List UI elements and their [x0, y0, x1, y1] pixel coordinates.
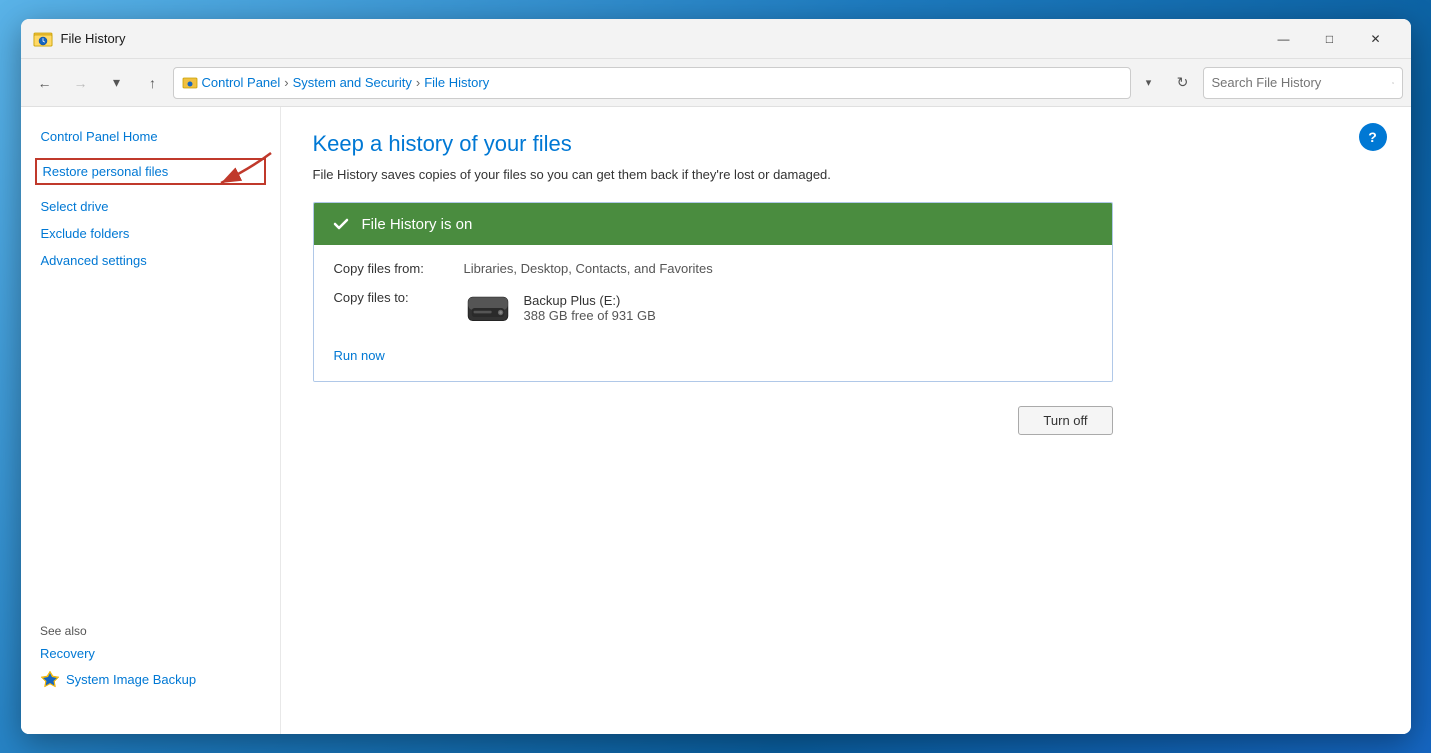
drive-details: Backup Plus (E:) 388 GB free of 931 GB	[524, 293, 656, 323]
see-also-section: See also Recovery System Image Backup	[21, 604, 217, 693]
search-box	[1203, 67, 1403, 99]
drive-size: 388 GB free of 931 GB	[524, 308, 656, 323]
search-icon	[1392, 76, 1394, 90]
drive-icon	[464, 290, 512, 326]
window-title: File History	[61, 31, 1261, 46]
fh-body: Copy files from: Libraries, Desktop, Con…	[314, 245, 1112, 381]
fh-status-icon	[330, 213, 352, 235]
fh-copy-to-row: Copy files to:	[334, 290, 1092, 326]
breadcrumb-file-history[interactable]: File History	[424, 75, 489, 90]
breadcrumb-sep-2: ›	[416, 75, 420, 90]
main-window: File History — □ ✕ ← → ▾ ↑ Control Panel…	[21, 19, 1411, 734]
minimize-button[interactable]: —	[1261, 23, 1307, 55]
sidebar: Control Panel Home Restore personal file…	[21, 107, 281, 734]
see-also-label: See also	[21, 604, 217, 642]
sidebar-control-panel-home[interactable]: Control Panel Home	[21, 123, 280, 150]
breadcrumb-control-panel[interactable]: Control Panel	[202, 75, 281, 90]
page-title: Keep a history of your files	[313, 131, 1379, 157]
sidebar-select-drive[interactable]: Select drive	[21, 193, 280, 220]
system-image-icon	[40, 669, 60, 689]
control-panel-icon	[182, 75, 198, 91]
sidebar-restore-personal-files[interactable]: Restore personal files	[35, 158, 266, 185]
address-path: Control Panel › System and Security › Fi…	[173, 67, 1131, 99]
search-input[interactable]	[1212, 75, 1388, 90]
sidebar-exclude-folders[interactable]: Exclude folders	[21, 220, 280, 247]
forward-button[interactable]: →	[65, 67, 97, 99]
up-button[interactable]: ↑	[137, 67, 169, 99]
fh-status-header: File History is on	[314, 203, 1112, 245]
main-content: Control Panel Home Restore personal file…	[21, 107, 1411, 734]
sidebar-system-image-backup[interactable]: System Image Backup	[66, 672, 196, 687]
fh-copy-from-label: Copy files from:	[334, 261, 464, 276]
fh-status-title: File History is on	[362, 216, 473, 233]
page-description: File History saves copies of your files …	[313, 167, 1379, 182]
sidebar-recovery[interactable]: Recovery	[21, 642, 217, 665]
sidebar-advanced-settings[interactable]: Advanced settings	[21, 247, 280, 274]
path-dropdown-button[interactable]: ▾	[1135, 67, 1163, 99]
turn-off-section: Turn off	[313, 406, 1113, 435]
breadcrumb-sep-1: ›	[284, 75, 288, 90]
run-now-link[interactable]: Run now	[334, 348, 385, 363]
fh-drive-info: Backup Plus (E:) 388 GB free of 931 GB	[464, 290, 656, 326]
fh-copy-to-label: Copy files to:	[334, 290, 464, 305]
run-now-row: Run now	[334, 340, 1092, 365]
drive-name: Backup Plus (E:)	[524, 293, 656, 308]
system-image-backup-row: System Image Backup	[21, 665, 217, 693]
fh-copy-from-value: Libraries, Desktop, Contacts, and Favori…	[464, 261, 713, 276]
help-button[interactable]: ?	[1359, 123, 1387, 151]
breadcrumb-system-security[interactable]: System and Security	[293, 75, 412, 90]
address-bar: ← → ▾ ↑ Control Panel › System and Secur…	[21, 59, 1411, 107]
close-button[interactable]: ✕	[1353, 23, 1399, 55]
dropdown-button[interactable]: ▾	[101, 67, 133, 99]
fh-copy-from-row: Copy files from: Libraries, Desktop, Con…	[334, 261, 1092, 276]
content-area: ? Keep a history of your files File Hist…	[281, 107, 1411, 734]
file-history-box: File History is on Copy files from: Libr…	[313, 202, 1113, 382]
turn-off-button[interactable]: Turn off	[1018, 406, 1112, 435]
title-bar: File History — □ ✕	[21, 19, 1411, 59]
maximize-button[interactable]: □	[1307, 23, 1353, 55]
back-button[interactable]: ←	[29, 67, 61, 99]
window-controls: — □ ✕	[1261, 23, 1399, 55]
file-history-icon	[33, 29, 53, 49]
refresh-button[interactable]: ↻	[1167, 67, 1199, 99]
